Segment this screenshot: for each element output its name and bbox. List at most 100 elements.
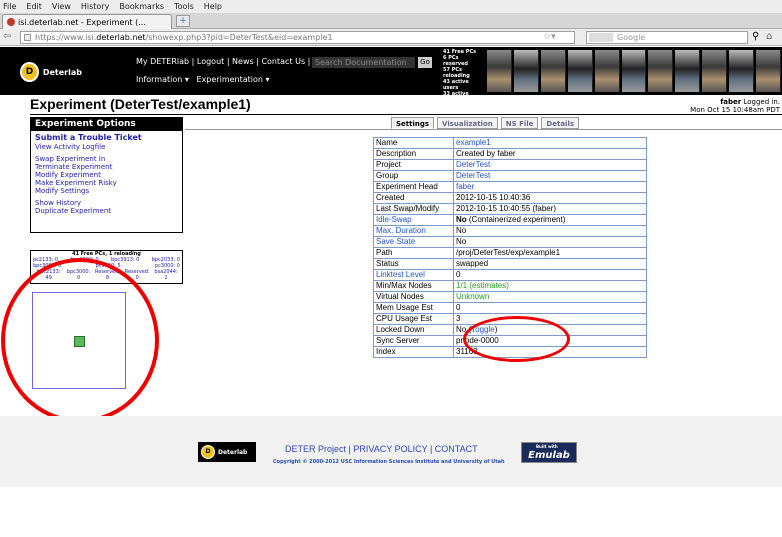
deterlab-logo[interactable]: D Deterlab <box>20 60 82 84</box>
row-key[interactable]: Save State <box>373 236 454 248</box>
header-photo <box>729 50 755 92</box>
experiment-tabs: Settings Visualization NS File Details <box>391 117 580 129</box>
url-path: /showexp.php3?pid=DeterTest&eid=example1 <box>145 33 333 42</box>
row-key: CPU Usage Est <box>373 313 454 325</box>
tab-details[interactable]: Details <box>541 117 580 129</box>
header-photo <box>567 50 593 92</box>
pc-type-count[interactable]: bsa2044: 2 <box>152 269 180 281</box>
top-links-text[interactable]: My DETERlab | Logout | News | Contact Us… <box>136 57 310 66</box>
make-experiment-risky-link[interactable]: Make Experiment Risky <box>35 179 178 187</box>
table-row: Virtual Nodes Unknown <box>373 291 647 303</box>
row-key: Project <box>373 159 454 171</box>
tab-settings[interactable]: Settings <box>391 117 435 129</box>
row-value[interactable]: DeterTest <box>453 170 647 182</box>
view-activity-logfile-link[interactable]: View Activity Logfile <box>35 143 178 151</box>
emulab-built-with: Built with <box>536 444 558 449</box>
menu-experimentation[interactable]: Experimentation ▾ <box>197 75 270 84</box>
tab-ns-file[interactable]: NS File <box>500 117 539 129</box>
row-key: Created <box>373 192 454 204</box>
header-photo <box>540 50 566 92</box>
footer-logo-letter: D <box>201 445 215 459</box>
menu-help[interactable]: Help <box>204 2 222 11</box>
row-key: Name <box>373 137 454 149</box>
row-key: Index <box>373 346 454 358</box>
menu-history[interactable]: History <box>81 2 109 11</box>
go-button[interactable]: Go <box>418 57 432 68</box>
row-key[interactable]: Max. Duration <box>373 225 454 237</box>
table-row: Idle-Swap No (Containerized experiment) <box>373 214 647 226</box>
bookmark-star-icon[interactable]: ☆▾ <box>543 32 556 43</box>
row-value[interactable]: faber <box>453 181 647 193</box>
modify-experiment-link[interactable]: Modify Experiment <box>35 171 178 179</box>
menu-tools[interactable]: Tools <box>174 2 194 11</box>
header-photo <box>621 50 647 92</box>
table-row: Last Swap/Modify 2012-10-15 10:40:55 (fab… <box>373 203 647 215</box>
table-row: Max. Duration No <box>373 225 647 237</box>
home-icon[interactable]: ⌂ <box>766 31 772 42</box>
menu-file[interactable]: File <box>3 2 16 11</box>
show-history-link[interactable]: Show History <box>35 199 178 207</box>
search-input[interactable]: Google <box>586 31 748 44</box>
browser-menubar: File Edit View History Bookmarks Tools H… <box>0 0 782 13</box>
row-value[interactable]: DeterTest <box>453 159 647 171</box>
swap-experiment-in-link[interactable]: Swap Experiment In <box>35 155 178 163</box>
menu-view[interactable]: View <box>52 2 71 11</box>
deter-project-link[interactable]: DETER Project <box>285 444 346 454</box>
copyright-text: Copyright © 2000-2012 USC Information Sc… <box>273 459 505 465</box>
browser-tabbar: isi.deterlab.net - Experiment (... + <box>0 13 782 29</box>
tab-visualization[interactable]: Visualization <box>437 117 498 129</box>
table-row: Group DeterTest <box>373 170 647 182</box>
back-arrow-icon[interactable]: ⇦ <box>3 31 11 42</box>
privacy-policy-link[interactable]: PRIVACY POLICY <box>353 444 427 454</box>
site-header: D Deterlab My DETERlab | Logout | News |… <box>0 47 782 103</box>
url-bar[interactable]: https://www.isi.deterlab.net/showexp.php… <box>20 31 575 44</box>
page-footer: D Deterlab DETER Project | PRIVACY POLIC… <box>0 416 782 487</box>
menu-bookmarks[interactable]: Bookmarks <box>119 2 164 11</box>
table-row: Description Created by faber <box>373 148 647 160</box>
row-value: No <box>453 236 647 248</box>
row-value: swapped <box>453 258 647 270</box>
doc-search-input[interactable]: Search Documentation <box>312 57 415 68</box>
free-pcs-line: 57 PCs reloading <box>443 67 470 79</box>
menu-edit[interactable]: Edit <box>26 2 42 11</box>
header-photo <box>487 50 512 92</box>
footer-logo[interactable]: D Deterlab <box>198 442 256 462</box>
header-photo <box>756 50 781 92</box>
row-key: Group <box>373 170 454 182</box>
row-key[interactable]: Idle-Swap <box>373 214 454 226</box>
top-links[interactable]: My DETERlab | Logout | News | Contact Us… <box>136 57 319 66</box>
logged-in-status: faber Logged in. Mon Oct 15 10:48am PDT <box>690 98 780 114</box>
modify-settings-link[interactable]: Modify Settings <box>35 187 178 195</box>
site-identity-icon[interactable] <box>24 34 31 41</box>
row-value[interactable]: example1 <box>453 137 647 149</box>
logo-letter: D <box>20 62 39 82</box>
terminate-experiment-link[interactable]: Terminate Experiment <box>35 163 178 171</box>
table-row: Experiment Head faber <box>373 181 647 193</box>
logged-in-user[interactable]: faber <box>720 98 741 106</box>
idle-swap-note: (Containerized experiment) <box>466 215 566 224</box>
table-row: Path/proj/DeterTest/exp/example1 <box>373 247 647 259</box>
title-divider <box>30 114 782 115</box>
search-engine-icon[interactable] <box>589 33 613 42</box>
table-row: Status swapped <box>373 258 647 270</box>
browser-tab[interactable]: isi.deterlab.net - Experiment (... <box>2 14 172 29</box>
free-pcs-line: 43 active users <box>443 79 469 91</box>
row-key[interactable]: Linktest Level <box>373 269 454 281</box>
submit-trouble-ticket-link[interactable]: Submit a Trouble Ticket <box>35 133 178 143</box>
logged-in-suffix: Logged in. <box>741 98 780 106</box>
search-icon[interactable]: ⚲ <box>752 31 759 42</box>
row-value: Created by faber <box>453 148 647 160</box>
duplicate-experiment-link[interactable]: Duplicate Experiment <box>35 207 178 215</box>
header-photo <box>702 50 728 92</box>
row-value: Unknown <box>453 291 647 303</box>
row-value: No <box>453 225 647 237</box>
header-photo <box>648 50 674 92</box>
row-key: Last Swap/Modify <box>373 203 454 215</box>
menu-information[interactable]: Information ▾ <box>136 75 189 84</box>
emulab-logo[interactable]: Built with Emulab <box>521 442 577 463</box>
header-photo <box>594 50 620 92</box>
row-key: Mem Usage Est <box>373 302 454 314</box>
contact-link[interactable]: CONTACT <box>435 444 478 454</box>
new-tab-button[interactable]: + <box>176 15 190 27</box>
table-row: Created 2012-10-15 10:40:36 <box>373 192 647 204</box>
